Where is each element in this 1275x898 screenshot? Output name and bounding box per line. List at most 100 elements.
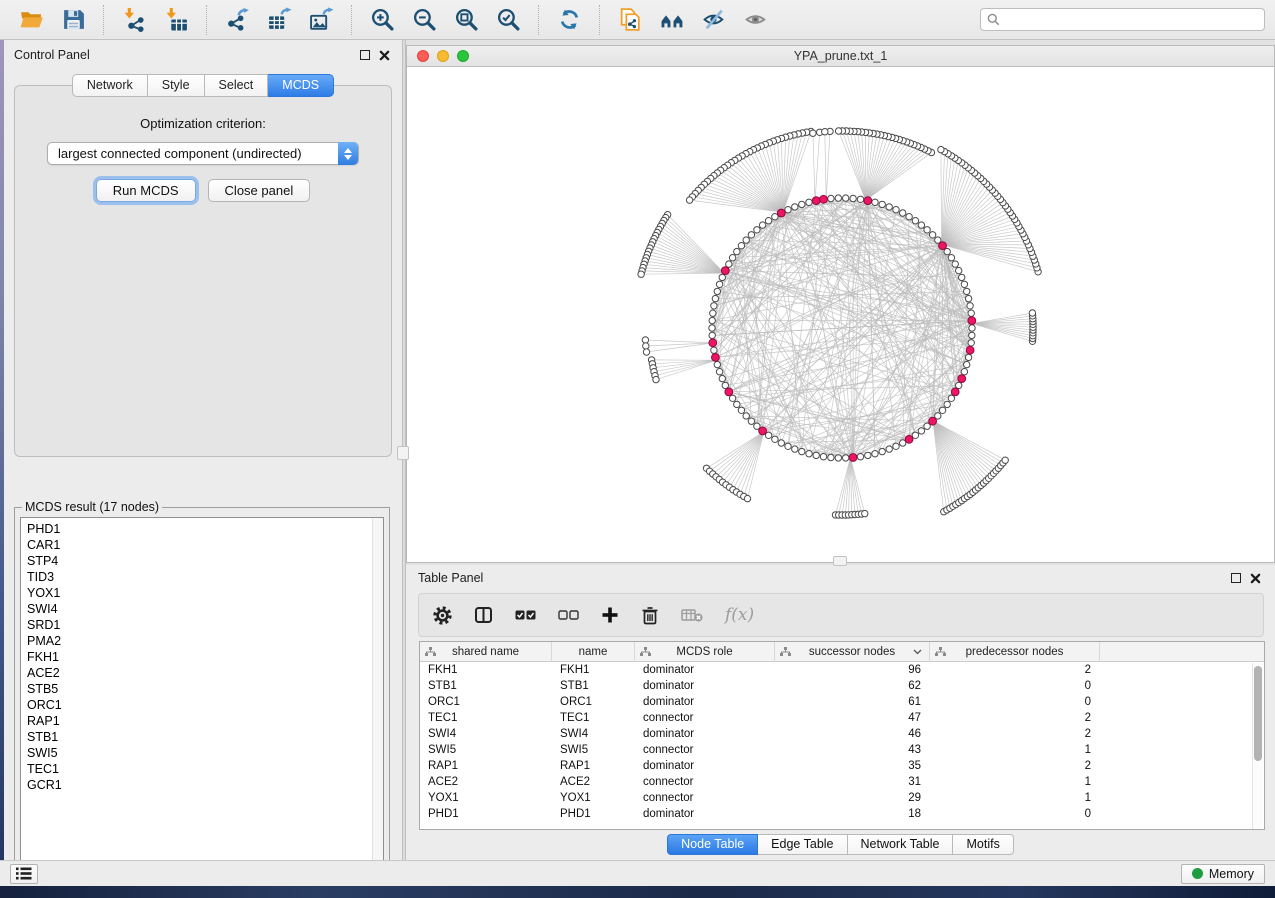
clone-network-button[interactable] xyxy=(616,6,644,34)
network-node[interactable] xyxy=(938,146,944,152)
network-node[interactable] xyxy=(959,274,965,280)
zoom-selected-button[interactable] xyxy=(494,6,522,34)
network-node[interactable] xyxy=(939,407,945,413)
task-history-button[interactable] xyxy=(10,864,38,884)
export-table-button[interactable] xyxy=(265,6,293,34)
table-row[interactable]: PHD1PHD1dominator180 xyxy=(420,806,1264,822)
network-node[interactable] xyxy=(714,361,720,367)
mcds-hub-node[interactable] xyxy=(849,454,857,462)
network-node[interactable] xyxy=(734,401,740,407)
network-node[interactable] xyxy=(719,375,725,381)
mcds-hub-node[interactable] xyxy=(820,195,828,203)
table-row[interactable]: TEC1TEC1connector472 xyxy=(420,710,1264,726)
network-node[interactable] xyxy=(711,347,717,353)
network-node[interactable] xyxy=(872,451,878,457)
network-graph[interactable] xyxy=(407,67,1274,562)
network-node[interactable] xyxy=(643,343,649,349)
list-item[interactable]: STP4 xyxy=(21,553,383,569)
network-node[interactable] xyxy=(900,210,906,216)
network-node[interactable] xyxy=(969,332,975,338)
column-header-predecessor-nodes[interactable]: predecessor nodes xyxy=(930,642,1100,662)
mcds-hub-node[interactable] xyxy=(712,354,720,362)
network-node[interactable] xyxy=(729,395,735,401)
network-node[interactable] xyxy=(893,443,899,449)
column-header-MCDS-role[interactable]: MCDS role xyxy=(635,642,775,662)
network-node[interactable] xyxy=(729,255,735,261)
list-item[interactable]: FKH1 xyxy=(21,649,383,665)
network-node[interactable] xyxy=(918,222,924,228)
network-node[interactable] xyxy=(835,455,841,461)
network-titlebar[interactable]: YPA_prune.txt_1 xyxy=(407,46,1274,67)
memory-button[interactable]: Memory xyxy=(1181,864,1265,884)
horizontal-splitter-grip[interactable] xyxy=(833,556,847,566)
network-node[interactable] xyxy=(734,248,740,254)
network-node[interactable] xyxy=(799,448,805,454)
close-panel-button[interactable] xyxy=(379,50,390,61)
network-node[interactable] xyxy=(964,288,970,294)
mcds-hub-node[interactable] xyxy=(905,435,913,443)
maximize-window-button[interactable] xyxy=(457,50,469,62)
zoom-in-button[interactable] xyxy=(368,6,396,34)
network-node[interactable] xyxy=(722,382,728,388)
tab-mcds[interactable]: MCDS xyxy=(268,74,334,97)
table-row[interactable]: FKH1FKH1dominator962 xyxy=(420,662,1264,678)
list-item[interactable]: YOX1 xyxy=(21,585,383,601)
close-table-panel-button[interactable] xyxy=(1250,573,1261,584)
mcds-result-list[interactable]: PHD1CAR1STP4TID3YOX1SWI4SRD1PMA2FKH1ACE2… xyxy=(20,517,384,869)
network-node[interactable] xyxy=(820,454,826,460)
network-node[interactable] xyxy=(879,201,885,207)
network-node[interactable] xyxy=(759,222,765,228)
export-network-button[interactable] xyxy=(223,6,251,34)
network-node[interactable] xyxy=(743,237,749,243)
tab-motifs[interactable]: Motifs xyxy=(953,834,1013,855)
list-item[interactable]: CAR1 xyxy=(21,537,383,553)
close-panel-button-mcds[interactable]: Close panel xyxy=(208,179,311,202)
list-item[interactable]: STB1 xyxy=(21,729,383,745)
list-item[interactable]: GCR1 xyxy=(21,777,383,793)
network-node[interactable] xyxy=(948,395,954,401)
network-node[interactable] xyxy=(738,243,744,249)
scrollbar-thumb[interactable] xyxy=(1254,666,1262,761)
list-item[interactable]: TEC1 xyxy=(21,761,383,777)
show-graphics-button[interactable] xyxy=(742,6,770,34)
export-image-button[interactable] xyxy=(307,6,335,34)
network-node[interactable] xyxy=(710,310,716,316)
float-table-panel-button[interactable] xyxy=(1231,573,1241,583)
list-item[interactable]: PHD1 xyxy=(21,518,383,537)
network-node[interactable] xyxy=(835,128,841,134)
network-node[interactable] xyxy=(828,454,834,460)
network-node[interactable] xyxy=(686,197,692,203)
network-node[interactable] xyxy=(719,274,725,280)
run-mcds-button[interactable]: Run MCDS xyxy=(96,179,196,202)
network-node[interactable] xyxy=(778,440,784,446)
network-node[interactable] xyxy=(714,288,720,294)
mcds-hub-node[interactable] xyxy=(951,388,959,396)
network-node[interactable] xyxy=(643,349,649,355)
network-node[interactable] xyxy=(835,195,841,201)
search-input[interactable] xyxy=(1004,13,1258,27)
tab-select[interactable]: Select xyxy=(205,74,269,97)
network-node[interactable] xyxy=(886,446,892,452)
network-node[interactable] xyxy=(806,199,812,205)
network-node[interactable] xyxy=(857,196,863,202)
network-node[interactable] xyxy=(961,281,967,287)
float-panel-button[interactable] xyxy=(360,50,370,60)
list-item[interactable]: ORC1 xyxy=(21,697,383,713)
list-item[interactable]: STB5 xyxy=(21,681,383,697)
network-node[interactable] xyxy=(1002,457,1008,463)
table-row[interactable]: STB1STB1dominator620 xyxy=(420,678,1264,694)
table-scrollbar[interactable] xyxy=(1252,663,1263,829)
network-node[interactable] xyxy=(912,432,918,438)
network-node[interactable] xyxy=(765,218,771,224)
network-node[interactable] xyxy=(792,204,798,210)
network-node[interactable] xyxy=(711,303,717,309)
import-network-button[interactable] xyxy=(120,6,148,34)
table-row[interactable]: YOX1YOX1connector291 xyxy=(420,790,1264,806)
network-node[interactable] xyxy=(712,295,718,301)
network-node[interactable] xyxy=(709,332,715,338)
table-row[interactable]: SWI5SWI5connector431 xyxy=(420,742,1264,758)
network-node[interactable] xyxy=(879,448,885,454)
mcds-hub-node[interactable] xyxy=(864,197,872,205)
list-item[interactable]: SRD1 xyxy=(21,617,383,633)
network-node[interactable] xyxy=(748,418,754,424)
